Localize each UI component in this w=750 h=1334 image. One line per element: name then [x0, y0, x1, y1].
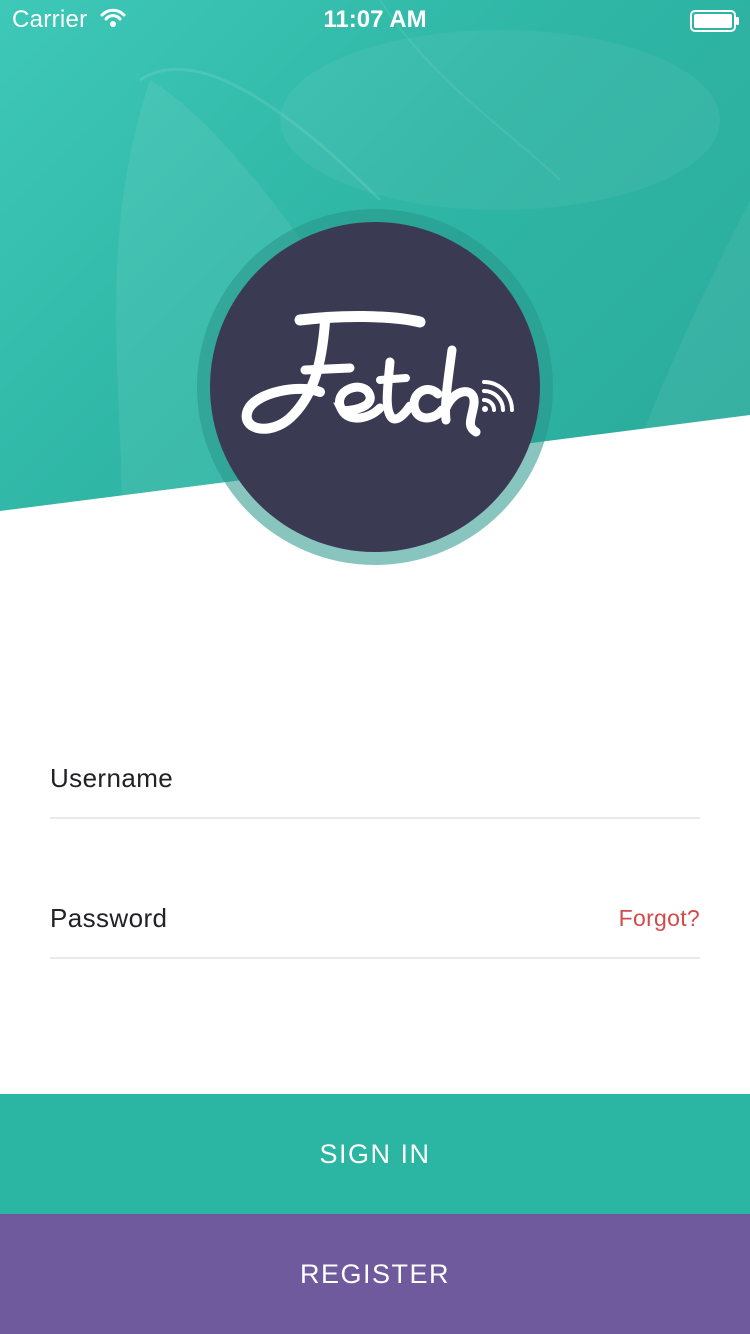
- status-time: 11:07 AM: [323, 6, 427, 33]
- register-label: REGISTER: [299, 1258, 451, 1289]
- register-button[interactable]: REGISTER: [0, 1214, 750, 1334]
- fetch-logo: [230, 300, 520, 455]
- sign-in-label: SIGN IN: [319, 1138, 431, 1169]
- username-field[interactable]: Username: [50, 747, 700, 819]
- battery-icon: [690, 10, 740, 37]
- password-input[interactable]: [50, 887, 614, 959]
- password-field[interactable]: Password Forgot?: [50, 887, 700, 959]
- status-bar: Carrier 11:07 AM: [0, 0, 750, 40]
- sign-in-button[interactable]: SIGN IN: [0, 1094, 750, 1214]
- username-input[interactable]: [50, 747, 614, 819]
- forgot-password-link[interactable]: Forgot?: [619, 905, 700, 932]
